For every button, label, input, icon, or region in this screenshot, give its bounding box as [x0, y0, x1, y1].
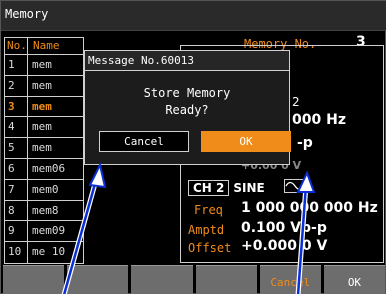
memory-row-name: mem0: [32, 182, 59, 196]
offset-value: +0.000 0 V: [241, 238, 328, 254]
softkey-2[interactable]: [67, 265, 129, 294]
memory-row-name: mem: [32, 58, 52, 71]
amptd-label: Amptd: [188, 223, 225, 237]
memory-row[interactable]: 9 mem09: [5, 221, 83, 243]
ch2-offset-row: Offset +0.000 0 V: [188, 238, 327, 255]
softkey-ok[interactable]: OK: [323, 265, 386, 294]
sine-wave-icon: [284, 179, 306, 193]
memory-row-name: mem: [32, 141, 52, 155]
ch2-amptd-row: Amptd 0.100 Vp-p: [188, 220, 327, 237]
memory-row-no: 4: [5, 117, 28, 138]
softkey-bar: Cancel OK: [1, 265, 386, 294]
dialog-message: Store Memory Ready?: [85, 85, 289, 119]
freq-value: 1 000 000 000 Hz: [241, 200, 378, 216]
freq-label: Freq: [194, 203, 223, 217]
dialog-line2: Ready?: [165, 103, 209, 117]
memory-screen: Memory No. Name 1 mem 2 mem 3 mem 4 mem 5 mem…: [0, 0, 386, 294]
memory-row-name: mem: [32, 120, 52, 134]
ch2-waveform: SINE: [233, 181, 265, 195]
memory-row-no: 1: [5, 55, 28, 75]
memory-row-selected[interactable]: 3 mem: [5, 96, 83, 118]
memory-row-name: me 10: [32, 245, 66, 259]
memory-row[interactable]: 7 mem0: [5, 179, 83, 201]
memory-row-no: 10: [5, 242, 28, 263]
dialog-ok-button[interactable]: OK: [201, 131, 291, 152]
offset-label: Offset: [188, 241, 232, 255]
store-memory-dialog: Message No.60013 Store Memory Ready? Can…: [84, 50, 291, 165]
amptd-value: 0.100 Vp-p: [241, 220, 327, 236]
memory-row-no: 3: [5, 96, 28, 117]
memory-row-name: mem09: [32, 224, 66, 238]
dialog-line1: Store Memory: [143, 86, 231, 100]
memory-row-no: 8: [5, 200, 28, 221]
memory-row-name: mem8: [32, 203, 59, 217]
memory-row-no: 9: [5, 221, 28, 242]
softkey-cancel[interactable]: Cancel: [259, 265, 321, 294]
memory-row-no: 6: [5, 158, 28, 179]
memory-row-name: mem06: [32, 161, 66, 175]
ch2-header: CH 2 SINE: [188, 180, 265, 196]
col-name-header: Name: [33, 39, 60, 52]
memory-table-header: No. Name: [5, 38, 83, 55]
memory-row[interactable]: 10 me 10: [5, 242, 83, 263]
memory-row[interactable]: 1 mem: [5, 55, 83, 76]
memory-row[interactable]: 8 mem8: [5, 200, 83, 222]
memory-row-no: 7: [5, 179, 28, 200]
ch2-freq-row: Freq 1 000 000 000 Hz: [194, 200, 378, 217]
softkey-4[interactable]: [195, 265, 257, 294]
dialog-cancel-button[interactable]: Cancel: [99, 131, 189, 152]
memory-row-name: mem: [32, 78, 52, 92]
memory-row-no: 2: [5, 75, 28, 96]
col-no-header: No.: [7, 38, 28, 54]
ch1-amp-fragment: -p: [297, 135, 313, 151]
memory-row[interactable]: 5 mem: [5, 138, 83, 159]
ch2-label: CH 2: [188, 180, 230, 196]
ch1-wave-fragment: 2: [292, 95, 300, 109]
memory-table: No. Name 1 mem 2 mem 3 mem 4 mem 5 mem 6 mem06…: [4, 37, 84, 264]
memory-row[interactable]: 2 mem: [5, 75, 83, 97]
softkey-3[interactable]: [131, 265, 193, 294]
memory-row-name: mem: [32, 99, 52, 113]
softkey-1[interactable]: [3, 265, 65, 294]
memory-row-no: 5: [5, 138, 28, 158]
window-title: Memory: [1, 1, 386, 31]
dialog-title: Message No.60013: [85, 51, 289, 71]
memory-row[interactable]: 6 mem06: [5, 158, 83, 180]
ch1-freq-fragment: 000 Hz: [292, 112, 346, 128]
memory-row[interactable]: 4 mem: [5, 117, 83, 139]
